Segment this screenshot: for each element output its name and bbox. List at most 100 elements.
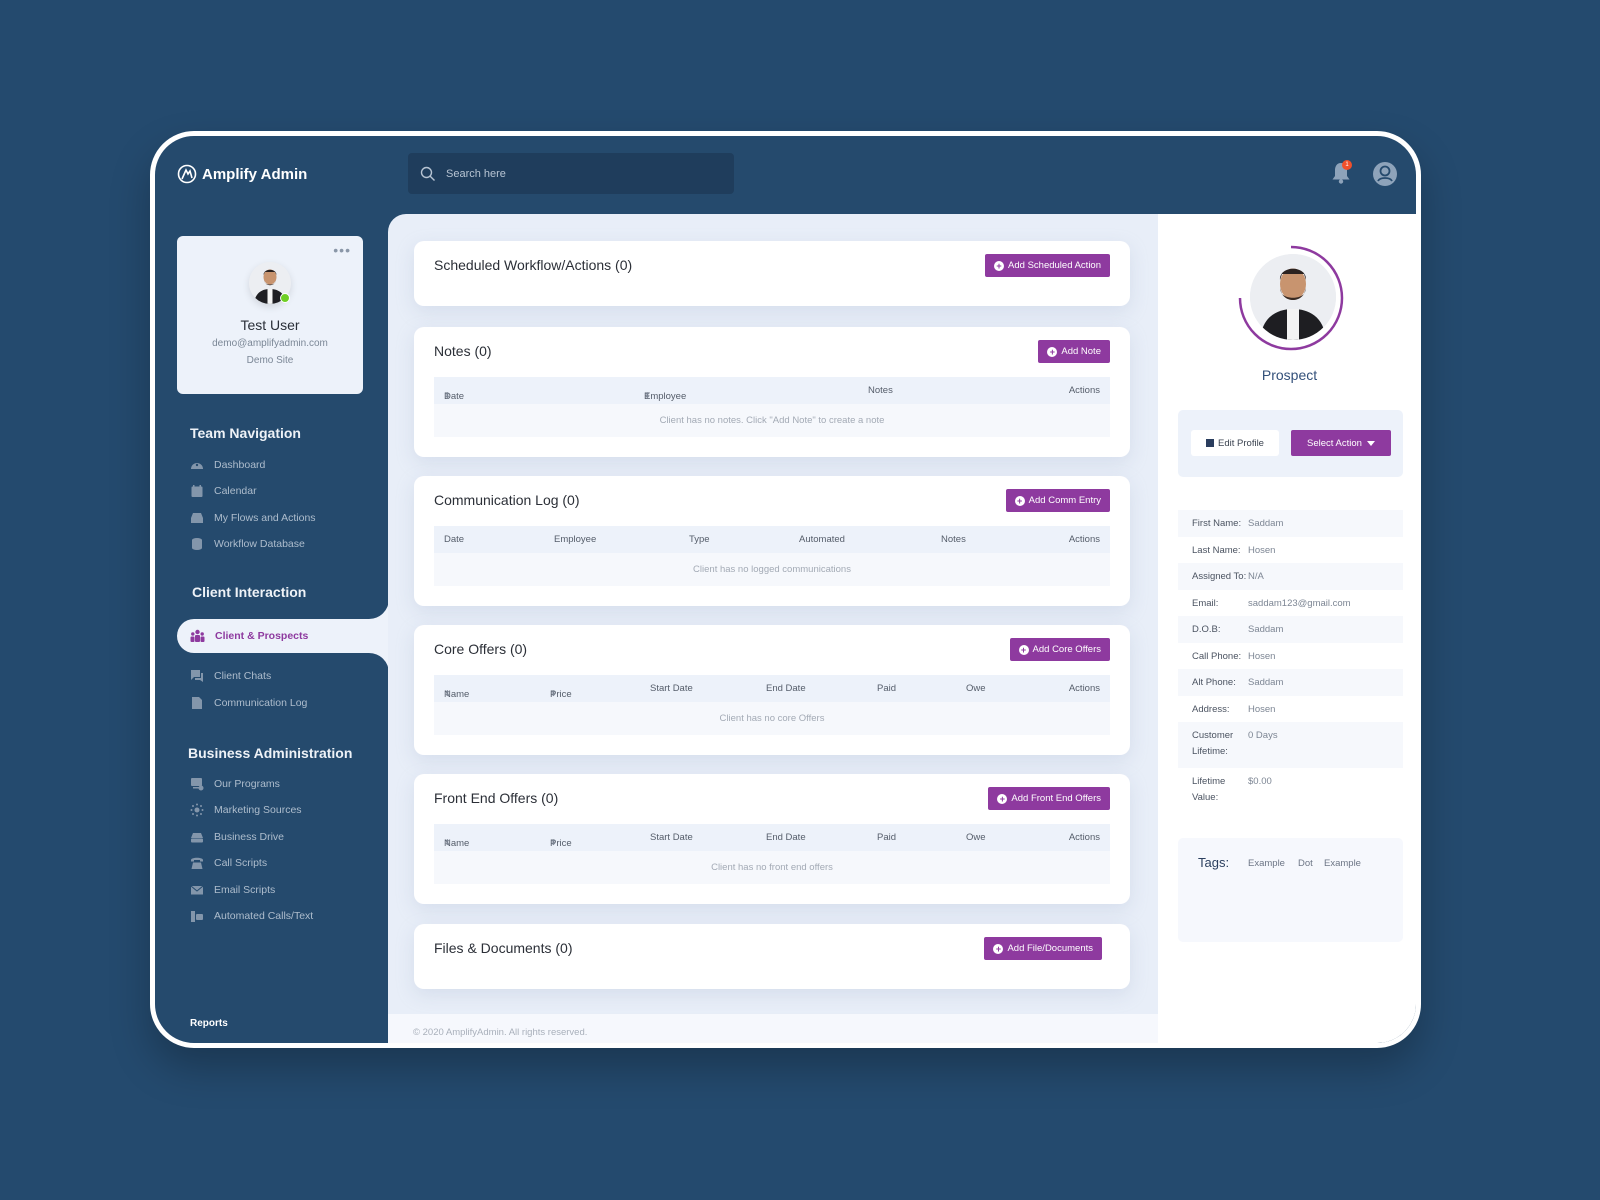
card-title: Front End Offers (0): [434, 790, 559, 806]
client-status-label: Prospect: [1261, 367, 1318, 383]
sidebar-item-dashboard[interactable]: Dashboard: [190, 458, 265, 472]
sidebar-item-label: Client Chats: [214, 670, 272, 682]
add-note-button[interactable]: + Add Note: [1038, 340, 1110, 363]
sidebar-item-label: My Flows and Actions: [214, 512, 316, 524]
detail-value: saddam123@gmail.com: [1248, 597, 1351, 609]
tag-chip[interactable]: Dot: [1298, 858, 1313, 869]
sidebar-item-client-chats[interactable]: Client Chats: [190, 669, 271, 683]
tag-chip[interactable]: Example: [1248, 858, 1285, 869]
sidebar-item-calendar[interactable]: Calendar: [190, 484, 257, 498]
card-title: Core Offers (0): [434, 641, 528, 657]
search-input[interactable]: [446, 167, 706, 180]
core-offers-card: Core Offers (0) + Add Core Offers Name ⬍…: [414, 625, 1130, 755]
client-profile-panel: Prospect Edit Profile Select Action Firs…: [1158, 214, 1416, 1043]
tag-chip[interactable]: Example: [1324, 858, 1361, 869]
core-offers-table: Name ⬍ Price ⬍ Start Date End Date Paid …: [434, 675, 1110, 735]
sidebar-item-label: Calendar: [214, 485, 257, 497]
column-header-start-date: Start Date: [650, 832, 693, 843]
detail-value: $0.00: [1248, 776, 1272, 787]
search-icon: [420, 166, 435, 181]
detail-value: Hosen: [1248, 703, 1276, 715]
column-header-paid: Paid: [877, 832, 897, 843]
sidebar-item-reports[interactable]: Reports: [190, 1018, 228, 1029]
detail-value: N/A: [1248, 571, 1264, 582]
empty-state-text: Client has no notes. Click "Add Note" to…: [434, 404, 1110, 437]
button-label: Add Comm Entry: [1028, 495, 1101, 506]
sidebar-item-workflow-database[interactable]: Workflow Database: [190, 537, 305, 551]
edit-profile-button[interactable]: Edit Profile: [1191, 430, 1279, 456]
column-header-actions: Actions: [1068, 534, 1100, 545]
table-header: Name ⬍ Price ⬍ Start Date End Date Paid …: [434, 675, 1110, 702]
plus-circle-icon: +: [994, 260, 1005, 271]
files-documents-card: Files & Documents (0) + Add File/Documen…: [414, 924, 1130, 989]
add-core-offers-button[interactable]: + Add Core Offers: [1009, 638, 1110, 661]
card-title: Communication Log (0): [434, 492, 580, 508]
detail-label: Customer Lifetime:: [1192, 730, 1234, 757]
sidebar-item-call-scripts[interactable]: Call Scripts: [190, 856, 267, 870]
nav-heading-team: Team Navigation: [190, 425, 301, 441]
active-tab-curve: [369, 653, 389, 673]
more-dots-icon[interactable]: •••: [333, 242, 351, 258]
client-details-list: First Name: Saddam Last Name: Hosen Assign…: [1178, 510, 1403, 814]
front-end-offers-card: Front End Offers (0) + Add Front End Off…: [414, 774, 1130, 904]
logo[interactable]: Amplify Admin: [177, 164, 307, 184]
client-avatar[interactable]: [1250, 254, 1336, 340]
sidebar-item-client-prospects[interactable]: Client & Prospects: [177, 619, 389, 653]
sidebar-item-communication-log[interactable]: Communication Log: [190, 696, 307, 710]
detail-label: Last Name:: [1192, 544, 1241, 556]
sidebar-item-marketing-sources[interactable]: Marketing Sources: [190, 803, 302, 817]
button-label: Add Note: [1061, 346, 1101, 357]
card-title: Files & Documents (0): [434, 940, 573, 956]
detail-label: Lifetime Value:: [1192, 776, 1226, 803]
footer: © 2020 AmplifyAdmin. All rights reserved…: [388, 1014, 1158, 1043]
select-action-dropdown[interactable]: Select Action: [1291, 430, 1391, 456]
notes-table: Date ⬍ Employee ⬍ Notes Actions Client h…: [434, 377, 1110, 437]
telephone-icon: [191, 857, 203, 869]
button-label: Select Action: [1307, 437, 1362, 449]
sidebar-item-my-flows[interactable]: My Flows and Actions: [190, 511, 316, 525]
marketing-icon: [190, 803, 204, 817]
person-photo-icon: [1250, 254, 1336, 340]
add-comm-entry-button[interactable]: + Add Comm Entry: [1005, 489, 1110, 512]
detail-row-assigned-to: Assigned To: N/A: [1178, 563, 1403, 590]
app-title: Amplify Admin: [202, 165, 308, 183]
notification-badge: 1: [1342, 160, 1352, 170]
sidebar-item-automated-calls[interactable]: Automated Calls/Text: [190, 909, 313, 923]
edit-icon: [1206, 439, 1215, 447]
dashboard-gauge-icon: [191, 463, 203, 469]
sidebar-item-email-scripts[interactable]: Email Scripts: [190, 883, 275, 897]
communication-log-table: Date Employee Type Automated Notes Actio…: [434, 526, 1110, 586]
nav-heading-business: Business Administration: [188, 745, 353, 761]
envelope-icon: [190, 885, 204, 895]
caret-down-icon: [1366, 440, 1375, 446]
add-scheduled-action-button[interactable]: + Add Scheduled Action: [985, 254, 1110, 277]
search-bar[interactable]: [408, 153, 734, 194]
tags-label: Tags:: [1198, 855, 1230, 870]
button-label: Edit Profile: [1218, 437, 1264, 449]
detail-label: Assigned To:: [1192, 571, 1247, 582]
users-group-icon: [190, 629, 205, 642]
sort-icon: ⬍: [550, 837, 557, 847]
sort-icon: ⬍: [444, 390, 451, 400]
sidebar-item-our-programs[interactable]: Our Programs: [190, 777, 280, 791]
detail-label: Call Phone:: [1192, 650, 1242, 662]
table-header: Name ⬍ Price ⬍ Start Date End Date Paid …: [434, 824, 1110, 851]
button-label: Add Front End Offers: [1011, 793, 1101, 804]
front-end-offers-table: Name ⬍ Price ⬍ Start Date End Date Paid …: [434, 824, 1110, 884]
empty-state-text: Client has no front end offers: [434, 851, 1110, 884]
detail-row-last-name: Last Name: Hosen: [1178, 537, 1403, 564]
sidebar-item-business-drive[interactable]: Business Drive: [190, 830, 284, 844]
user-menu-button[interactable]: [1372, 161, 1398, 187]
plus-circle-icon: +: [997, 793, 1008, 804]
add-front-end-offers-button[interactable]: + Add Front End Offers: [988, 787, 1110, 810]
sort-icon: ⬍: [444, 688, 451, 698]
column-header-paid: Paid: [877, 683, 897, 694]
programs-icon: [191, 778, 204, 791]
button-label: Add Scheduled Action: [1008, 260, 1101, 271]
sidebar-item-label: Marketing Sources: [214, 804, 302, 816]
add-file-documents-button[interactable]: + Add File/Documents: [984, 937, 1102, 960]
active-tab-curve: [369, 599, 389, 619]
column-header-end-date: End Date: [766, 832, 806, 843]
notifications-button[interactable]: 1: [1330, 160, 1354, 187]
plus-circle-icon: +: [1014, 495, 1025, 506]
